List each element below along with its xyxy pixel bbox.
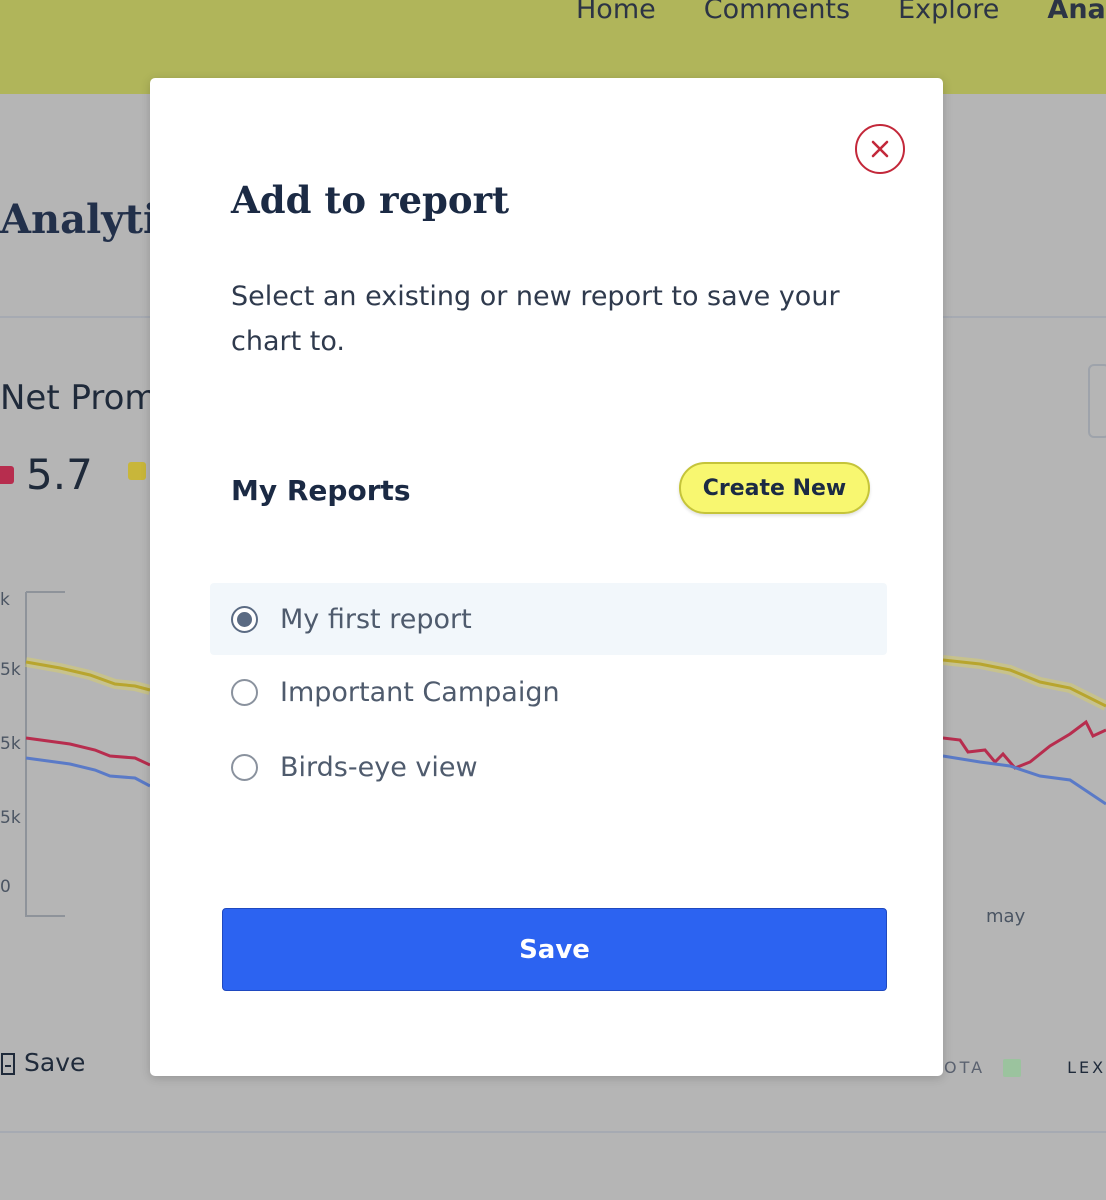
chart-title: Net Prom xyxy=(0,378,158,418)
chart-legend: OTA LEX xyxy=(944,1058,1106,1077)
x-axis-label: may xyxy=(986,906,1026,927)
legend-swatch-yellow xyxy=(128,462,146,480)
radio-button[interactable] xyxy=(231,679,258,706)
legend-item: LEX xyxy=(1067,1058,1106,1077)
nps-stat-value: 5.7 xyxy=(26,450,93,499)
chart-axis xyxy=(25,591,65,917)
legend-swatch-green xyxy=(1003,1058,1022,1077)
nav-item-home[interactable]: Home xyxy=(576,0,656,25)
report-option-label: Birds-eye view xyxy=(280,752,478,783)
nav-item-analytics[interactable]: Analy xyxy=(1047,0,1106,25)
modal-description: Select an existing or new report to save… xyxy=(231,281,840,357)
close-icon xyxy=(871,140,889,158)
main-nav: Home Comments Explore Analy xyxy=(576,0,1106,25)
report-option-label: Important Campaign xyxy=(280,677,560,708)
series-yellow-band xyxy=(942,655,1106,711)
nav-item-explore[interactable]: Explore xyxy=(898,0,999,25)
legend-swatch-red xyxy=(0,465,14,484)
nps-stat: 5.7 xyxy=(0,450,93,499)
divider xyxy=(0,1131,1106,1133)
close-button[interactable] xyxy=(855,124,905,174)
legend-item: OTA xyxy=(944,1058,986,1077)
chart-scroll-handle[interactable] xyxy=(1088,364,1106,438)
modal-title: Add to report xyxy=(231,178,510,222)
report-option-label: My first report xyxy=(280,603,472,635)
background-save-label: Save xyxy=(24,1048,86,1077)
section-title: My Reports xyxy=(231,474,411,507)
report-option[interactable]: Important Campaign xyxy=(210,655,887,730)
radio-button[interactable] xyxy=(231,754,258,781)
save-button[interactable]: Save xyxy=(222,908,887,991)
nav-item-comments[interactable]: Comments xyxy=(704,0,850,25)
save-icon xyxy=(1,1052,15,1075)
report-list: My first report Important Campaign Birds… xyxy=(210,583,887,805)
report-option[interactable]: Birds-eye view xyxy=(210,730,887,805)
series-blue-line xyxy=(25,756,151,788)
create-new-button[interactable]: Create New xyxy=(679,462,870,514)
add-to-report-modal: Add to report Select an existing or new … xyxy=(150,78,943,1076)
report-option[interactable]: My first report xyxy=(210,583,887,655)
background-save-button[interactable]: Save xyxy=(0,1048,85,1077)
series-yellow-line xyxy=(25,660,151,692)
radio-button-checked[interactable] xyxy=(231,605,258,633)
